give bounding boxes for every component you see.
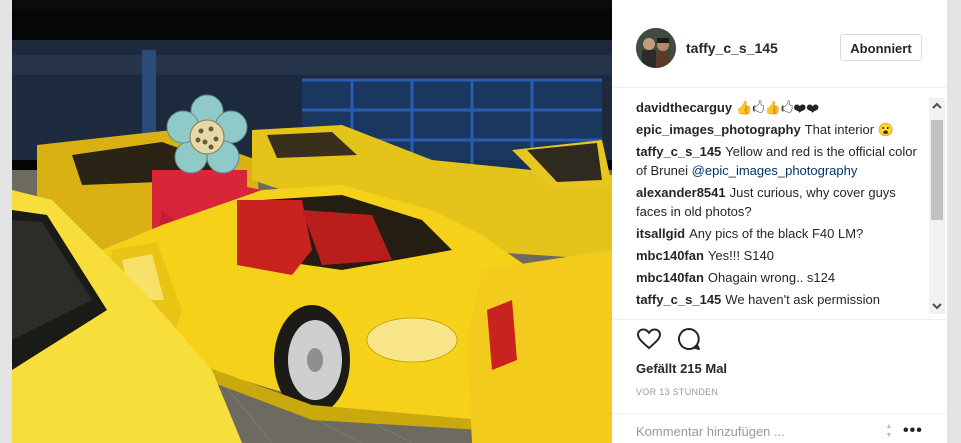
like-count[interactable]: Gefällt 215 Mal bbox=[636, 361, 727, 376]
comment-text: Ohagain wrong.. s124 bbox=[707, 270, 836, 285]
comment-text: That interior 😮 bbox=[804, 122, 894, 137]
comment-username[interactable]: taffy_c_s_145 bbox=[636, 144, 721, 159]
comment-text: Yes!!! S140 bbox=[707, 248, 774, 263]
comment-item: alexander8541 Just curious, why cover guy… bbox=[636, 183, 926, 221]
comment-text: We haven't ask permission bbox=[725, 292, 880, 307]
comment-item: mbc140fan Ohagain wrong.. s124 bbox=[636, 268, 926, 287]
follow-button[interactable]: Abonniert bbox=[840, 34, 922, 61]
comment-text: 👍🖒👍🖒❤❤ bbox=[736, 100, 820, 115]
comment-item: itsallgid Any pics of the black F40 LM? bbox=[636, 224, 926, 243]
comment-item: taffy_c_s_145 Yellow and red is the offic… bbox=[636, 142, 926, 180]
post-header: taffy_c_s_145 Abonniert bbox=[612, 10, 947, 88]
divider bbox=[612, 319, 947, 320]
chevron-up-icon[interactable] bbox=[929, 98, 945, 114]
comment-item: taffy_c_s_145 We haven't ask permission bbox=[636, 290, 926, 309]
more-options-icon[interactable]: ••• bbox=[903, 422, 923, 440]
comment-input[interactable] bbox=[636, 424, 866, 439]
avatar[interactable] bbox=[636, 28, 676, 68]
scrollbar-thumb[interactable] bbox=[931, 120, 943, 220]
chevron-down-icon[interactable] bbox=[929, 298, 945, 314]
photo-top-bar bbox=[12, 0, 612, 10]
post-side-panel: taffy_c_s_145 Abonniert davidthecarguy 👍🖒… bbox=[612, 10, 947, 443]
overlay-backdrop-left bbox=[0, 0, 12, 443]
overlay-backdrop-right bbox=[947, 0, 961, 443]
heart-icon[interactable] bbox=[636, 326, 662, 352]
comment-list: davidthecarguy 👍🖒👍🖒❤❤ epic_images_photogr… bbox=[636, 98, 926, 315]
comment-username[interactable]: alexander8541 bbox=[636, 185, 726, 200]
username[interactable]: taffy_c_s_145 bbox=[686, 40, 778, 56]
comment-bubble-icon[interactable] bbox=[676, 326, 702, 352]
divider bbox=[612, 413, 947, 414]
post-photo[interactable] bbox=[12, 10, 612, 443]
comment-item: davidthecarguy 👍🖒👍🖒❤❤ bbox=[636, 98, 926, 117]
comment-mention-link[interactable]: @epic_images_photography bbox=[692, 163, 858, 178]
comment-username[interactable]: mbc140fan bbox=[636, 248, 704, 263]
comment-username[interactable]: taffy_c_s_145 bbox=[636, 292, 721, 307]
comment-item: mbc140fan Yes!!! S140 bbox=[636, 246, 926, 265]
comment-scrollbar[interactable] bbox=[929, 98, 945, 314]
post-timestamp: VOR 13 STUNDEN bbox=[636, 387, 719, 397]
comment-text: Any pics of the black F40 LM? bbox=[689, 226, 864, 241]
comment-item: epic_images_photography That interior 😮 bbox=[636, 120, 926, 139]
comment-username[interactable]: itsallgid bbox=[636, 226, 685, 241]
comment-username[interactable]: davidthecarguy bbox=[636, 100, 732, 115]
comment-username[interactable]: epic_images_photography bbox=[636, 122, 801, 137]
input-resize-stepper[interactable]: ▲ ▼ bbox=[883, 422, 895, 442]
comment-username[interactable]: mbc140fan bbox=[636, 270, 704, 285]
